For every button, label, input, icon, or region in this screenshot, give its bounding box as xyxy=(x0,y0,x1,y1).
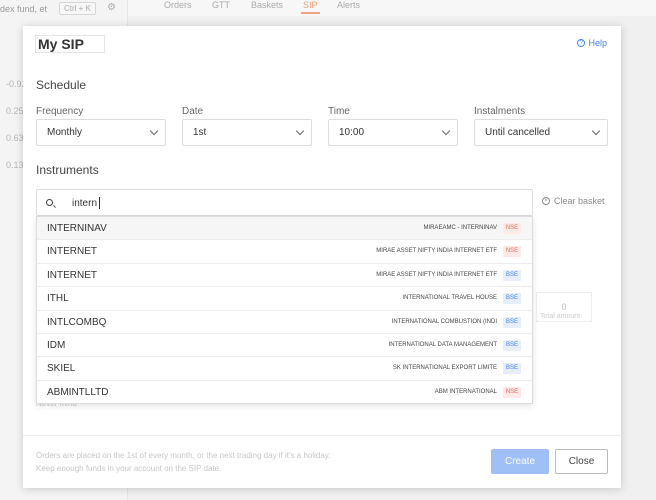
footer-divider xyxy=(23,435,621,436)
frequency-label: Frequency xyxy=(36,106,84,117)
result-name: SK INTERNATIONAL EXPORT LIMITE xyxy=(392,365,497,372)
exchange-badge: BSE xyxy=(503,363,521,375)
result-symbol: ITHL xyxy=(47,293,69,305)
instrument-search-input[interactable] xyxy=(72,195,492,211)
exchange-badge: BSE xyxy=(503,293,521,305)
side-number: 0.25 xyxy=(6,106,24,116)
date-select[interactable]: 1st xyxy=(182,119,312,146)
help-label: Help xyxy=(588,38,607,48)
time-value: 10:00 xyxy=(339,127,365,138)
instrument-search[interactable] xyxy=(36,189,533,216)
filter-icon[interactable]: ⚙ xyxy=(107,2,116,13)
clear-basket-button[interactable]: × Clear basket xyxy=(542,196,605,206)
create-button[interactable]: Create xyxy=(491,449,549,474)
result-name: INTERNATIONAL TRAVEL HOUSE xyxy=(402,295,497,302)
exchange-badge: NSE xyxy=(503,386,521,398)
sip-name-input[interactable]: My SIP xyxy=(35,35,105,53)
list-item[interactable]: ITHL INTERNATIONAL TRAVEL HOUSE BSE xyxy=(37,287,532,311)
date-value: 1st xyxy=(193,127,207,138)
tab-gtt[interactable]: GTT xyxy=(212,0,230,10)
sip-modal: My SIP ? Help Schedule Frequency Monthly… xyxy=(23,26,621,488)
search-shortcut-badge: Ctrl + K xyxy=(59,2,96,15)
schedule-heading: Schedule xyxy=(36,78,87,92)
tab-sip[interactable]: SIP xyxy=(301,0,319,14)
list-item[interactable]: INTERNINAV MIRAEAMC - INTERNINAV NSE xyxy=(37,217,532,241)
list-item[interactable]: IDM INTERNATIONAL DATA MANAGEMENT BSE xyxy=(37,334,532,358)
footer-note: Keep enough funds in your account on the… xyxy=(36,464,222,473)
search-results-dropdown: INTERNINAV MIRAEAMC - INTERNINAV NSE INT… xyxy=(36,216,533,404)
tab-baskets[interactable]: Baskets xyxy=(251,0,283,10)
exchange-badge: BSE xyxy=(503,316,521,328)
list-item[interactable]: INTERNET MIRAE ASSET NIFTY INDIA INTERNE… xyxy=(37,240,532,264)
result-name: MIRAEAMC - INTERNINAV xyxy=(423,225,497,231)
help-link[interactable]: ? Help xyxy=(577,38,607,48)
search-icon xyxy=(46,199,53,206)
side-number: 0.63 xyxy=(6,133,24,143)
time-select[interactable]: 10:00 xyxy=(328,119,458,146)
tab-orders[interactable]: Orders xyxy=(164,0,192,10)
frequency-value: Monthly xyxy=(47,127,83,138)
clear-basket-label: Clear basket xyxy=(554,196,605,206)
result-symbol: IDM xyxy=(47,339,66,351)
footer-note: Orders are placed on the 1st of every mo… xyxy=(36,451,331,460)
list-item[interactable]: ABMINTLLTD ABM INTERNATIONAL NSE xyxy=(37,381,532,404)
marketwatch-search-text[interactable]: dex fund, et xyxy=(0,4,47,14)
chevron-down-icon xyxy=(149,126,159,136)
frequency-select[interactable]: Monthly xyxy=(36,119,166,146)
result-symbol: INTERNINAV xyxy=(47,223,107,234)
result-name: ABM INTERNATIONAL xyxy=(434,388,497,395)
list-item[interactable]: INTLCOMBQ INTERNATIONAL COMBUSTION (INDI… xyxy=(37,311,532,334)
result-symbol: INTLCOMBQ xyxy=(47,316,107,328)
chevron-down-icon xyxy=(591,126,601,136)
side-number: 0.13 xyxy=(6,160,24,170)
result-symbol: ABMINTLLTD xyxy=(47,386,109,398)
instruments-heading: Instruments xyxy=(36,163,99,177)
result-name: INTERNATIONAL DATA MANAGEMENT xyxy=(388,341,497,348)
chevron-down-icon xyxy=(441,126,451,136)
tab-alerts[interactable]: Alerts xyxy=(337,0,360,10)
exchange-badge: NSE xyxy=(503,223,521,234)
list-item[interactable]: INTERNET MIRAE ASSET NIFTY INDIA INTERNE… xyxy=(37,264,532,288)
top-tabs: Orders GTT Baskets SIP Alerts xyxy=(128,0,656,16)
total-amount-label: Total amount xyxy=(540,313,581,320)
date-label: Date xyxy=(182,106,204,117)
close-circle-icon: × xyxy=(542,197,550,205)
time-label: Time xyxy=(328,106,350,117)
exchange-badge: BSE xyxy=(503,269,521,281)
result-name: MIRAE ASSET NIFTY INDIA INTERNET ETF xyxy=(376,248,497,255)
exchange-badge: BSE xyxy=(503,339,521,351)
result-name: INTERNATIONAL COMBUSTION (INDI xyxy=(391,318,497,325)
result-symbol: SKIEL xyxy=(47,363,76,375)
result-symbol: INTERNET xyxy=(47,246,97,258)
instalments-label: Instalments xyxy=(474,106,526,117)
instalments-select[interactable]: Until cancelled xyxy=(474,119,608,146)
close-button[interactable]: Close xyxy=(555,449,608,474)
list-item[interactable]: SKIEL SK INTERNATIONAL EXPORT LIMITE BSE xyxy=(37,357,532,381)
result-name: MIRAE ASSET NIFTY INDIA INTERNET ETF xyxy=(376,271,497,278)
chevron-down-icon xyxy=(295,126,305,136)
result-symbol: INTERNET xyxy=(47,269,97,281)
instalments-value: Until cancelled xyxy=(485,127,551,138)
exchange-badge: NSE xyxy=(503,246,521,258)
text-caret xyxy=(99,197,100,209)
help-icon: ? xyxy=(577,39,586,47)
